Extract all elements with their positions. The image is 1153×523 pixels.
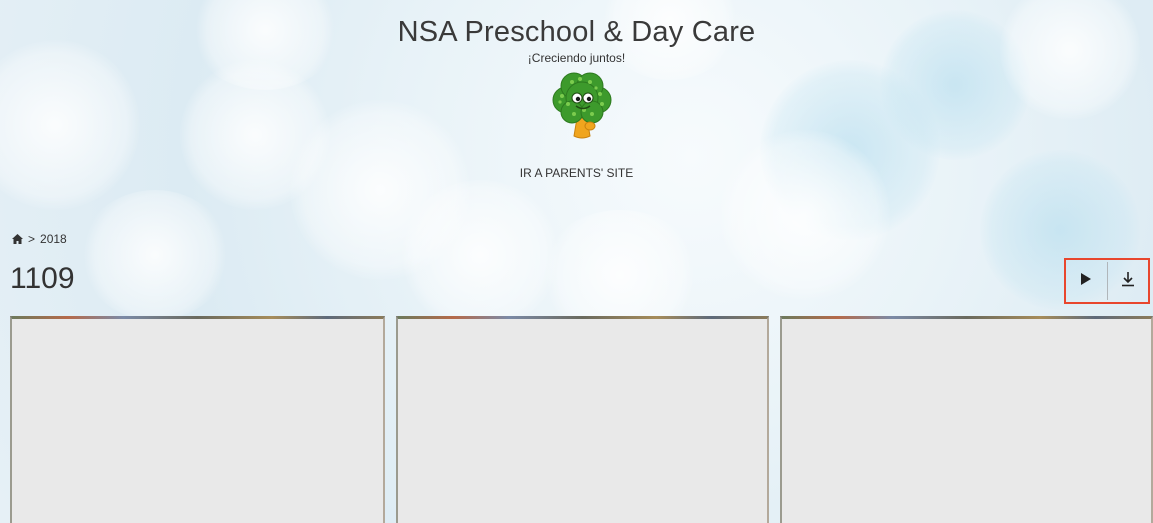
breadcrumb: > 2018 bbox=[12, 232, 67, 246]
broccoli-mascot-icon[interactable] bbox=[544, 70, 620, 142]
download-button[interactable] bbox=[1107, 260, 1148, 302]
parents-site-link[interactable]: IR A PARENTS' SITE bbox=[0, 166, 1153, 180]
bokeh-light bbox=[290, 100, 470, 280]
play-icon bbox=[1080, 272, 1092, 290]
bokeh-light bbox=[400, 180, 560, 330]
home-icon[interactable] bbox=[12, 234, 23, 244]
bokeh-light bbox=[180, 60, 330, 210]
bokeh-light bbox=[0, 40, 140, 210]
thumbnail-edge bbox=[12, 316, 383, 319]
thumbnail-edge bbox=[782, 316, 1151, 319]
album-toolbar bbox=[1064, 258, 1150, 304]
bokeh-light bbox=[720, 130, 890, 300]
photo-thumbnail-1[interactable] bbox=[10, 316, 385, 523]
breadcrumb-item-2018[interactable]: 2018 bbox=[40, 232, 67, 246]
page-background: NSA Preschool & Day Care ¡Creciendo junt… bbox=[0, 0, 1153, 523]
slideshow-button[interactable] bbox=[1066, 260, 1107, 302]
download-icon bbox=[1121, 271, 1135, 292]
thumbnail-edge bbox=[398, 316, 767, 319]
site-title[interactable]: NSA Preschool & Day Care bbox=[0, 16, 1153, 49]
breadcrumb-separator: > bbox=[28, 232, 36, 246]
photo-grid bbox=[10, 316, 1153, 523]
album-title: 1109 bbox=[10, 262, 75, 295]
bokeh-blue bbox=[760, 60, 940, 240]
site-tagline: ¡Creciendo juntos! bbox=[527, 51, 626, 65]
bokeh-light bbox=[80, 190, 230, 320]
photo-thumbnail-3[interactable] bbox=[780, 316, 1153, 523]
photo-thumbnail-2[interactable] bbox=[396, 316, 769, 523]
